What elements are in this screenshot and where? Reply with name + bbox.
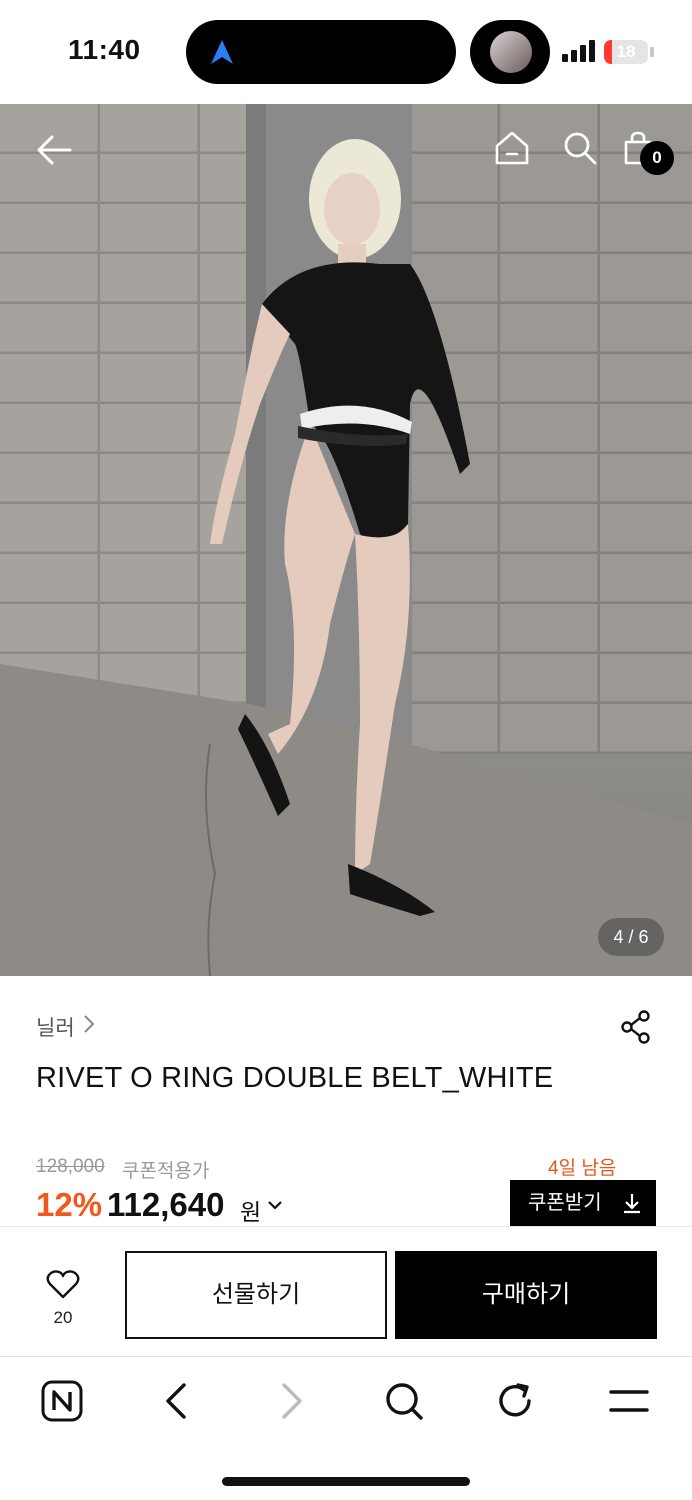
get-coupon-label: 쿠폰받기 — [528, 1192, 602, 1214]
refresh-icon[interactable] — [496, 1379, 536, 1423]
navigation-arrow-icon — [211, 40, 233, 64]
coupon-price-label: 쿠폰적용가 — [122, 1161, 210, 1182]
battery-level: 18 — [616, 42, 636, 61]
discount-rate: 12% — [36, 1186, 103, 1223]
status-time: 11:40 — [68, 34, 141, 65]
gift-button[interactable]: 선물하기 — [125, 1251, 387, 1339]
chevron-right-icon — [84, 1015, 95, 1033]
status-bar: 11:40 18 — [0, 0, 692, 104]
buy-button[interactable]: 구매하기 — [395, 1251, 657, 1339]
battery-icon: 18 — [604, 40, 648, 64]
product-image[interactable] — [0, 104, 692, 976]
cart-count-badge: 0 — [640, 141, 674, 175]
menu-icon[interactable] — [608, 1379, 650, 1423]
browser-search-icon[interactable] — [384, 1379, 424, 1423]
heart-icon[interactable] — [46, 1269, 80, 1299]
home-icon[interactable] — [494, 130, 530, 166]
original-price: 128,000 — [36, 1156, 105, 1177]
download-icon — [624, 1194, 640, 1214]
brand-link[interactable]: 닐러 — [36, 1012, 75, 1042]
dynamic-island[interactable] — [186, 20, 456, 84]
avatar — [490, 31, 532, 73]
product-name: RIVET O RING DOUBLE BELT_WHITE — [36, 1062, 554, 1094]
final-price: 112,640 — [107, 1186, 225, 1223]
back-arrow-icon[interactable] — [36, 134, 72, 166]
product-photo — [0, 104, 692, 976]
get-coupon-button[interactable]: 쿠폰받기 — [510, 1180, 656, 1226]
browser-toolbar — [0, 1356, 692, 1500]
browser-forward-icon[interactable] — [276, 1379, 308, 1423]
browser-back-icon[interactable] — [160, 1379, 192, 1423]
image-counter: 4 / 6 — [598, 918, 664, 956]
island-avatar-pill[interactable] — [470, 20, 550, 84]
signal-icon — [562, 40, 595, 62]
share-icon[interactable] — [620, 1010, 652, 1044]
search-icon[interactable] — [562, 130, 598, 166]
purchase-action-bar: 20 선물하기 구매하기 — [0, 1226, 692, 1356]
coupon-days-left: 4일 남음 — [548, 1158, 617, 1179]
battery-tip — [650, 47, 654, 57]
currency-unit: 원 — [240, 1199, 262, 1225]
home-indicator[interactable] — [222, 1477, 470, 1486]
naver-home-icon[interactable] — [40, 1379, 84, 1423]
chevron-down-icon[interactable] — [266, 1198, 284, 1212]
like-count: 20 — [53, 1308, 73, 1327]
